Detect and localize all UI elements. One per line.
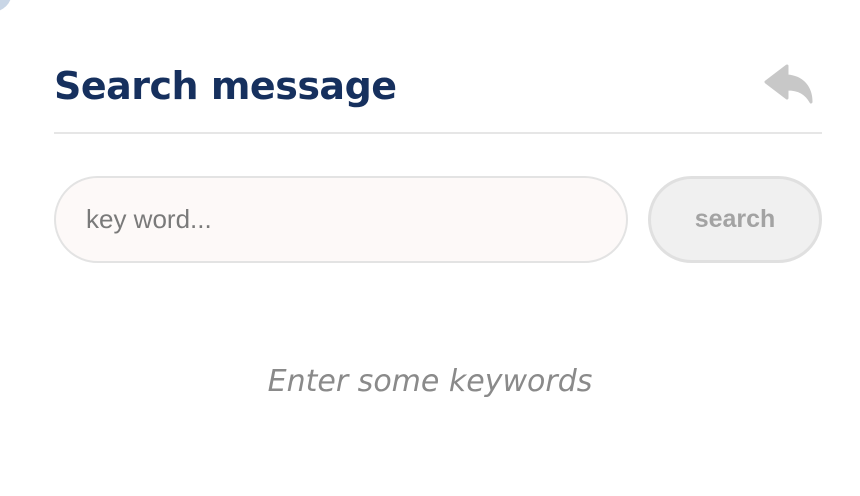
panel-header: Search message: [54, 56, 822, 134]
search-message-panel: Search message search Enter some keyword…: [0, 0, 860, 496]
corner-decoration: [0, 0, 12, 12]
reply-arrow-icon: [764, 64, 813, 104]
empty-results-hint: Enter some keywords: [267, 364, 593, 399]
page-title: Search message: [54, 64, 397, 108]
search-input[interactable]: [54, 176, 628, 263]
search-button[interactable]: search: [648, 176, 822, 263]
back-button[interactable]: [760, 62, 818, 106]
